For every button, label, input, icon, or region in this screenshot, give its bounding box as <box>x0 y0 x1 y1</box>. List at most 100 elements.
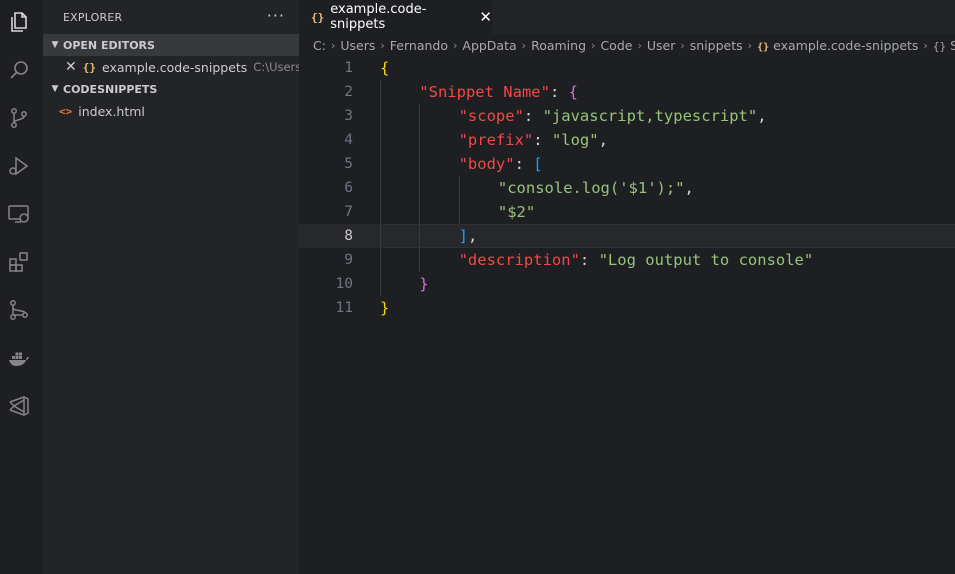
git-graph-icon[interactable] <box>6 297 32 323</box>
code-line[interactable]: 2 "Snippet Name": { <box>299 80 955 104</box>
code-token: : <box>579 251 599 269</box>
code-text: { <box>380 56 389 80</box>
code-line[interactable]: 11} <box>299 296 955 320</box>
object-symbol-icon: {} <box>932 39 947 53</box>
docker-icon[interactable] <box>6 345 32 371</box>
code-token: { <box>568 83 578 101</box>
breadcrumb-separator: › <box>591 38 596 52</box>
line-number: 1 <box>344 60 353 76</box>
code-line[interactable]: 1{ <box>299 56 955 80</box>
breadcrumb-separator: › <box>452 38 458 52</box>
code-line[interactable]: 5 "body": [ <box>299 152 955 176</box>
code-text: } <box>419 272 428 296</box>
json-file-icon: {} <box>82 60 96 74</box>
code-line[interactable]: 9 "description": "Log output to console" <box>299 248 955 272</box>
code-line[interactable]: 6 "console.log('$1');", <box>299 176 955 200</box>
code-editor[interactable]: 1{2 "Snippet Name": {3 "scope": "javascrip… <box>299 56 955 320</box>
code-token: , <box>684 179 694 197</box>
vscode-window: EXPLORER ··· ▼ OPEN EDITORS ✕ {} example… <box>0 0 955 574</box>
source-control-icon[interactable] <box>6 105 32 131</box>
indent-guide <box>419 248 421 272</box>
code-line[interactable]: 8], <box>299 224 955 248</box>
indent-guide <box>419 176 421 200</box>
open-editor-item[interactable]: ✕ {} example.code-snippets C:\Users... <box>43 56 299 78</box>
extensions-icon[interactable] <box>6 249 32 275</box>
breadcrumb-separator: › <box>521 38 527 52</box>
files-icon[interactable] <box>6 9 32 35</box>
code-line[interactable]: 4 "prefix": "log", <box>299 128 955 152</box>
breadcrumb-file[interactable]: {} example.code-snippets <box>757 38 918 53</box>
code-token: "description" <box>458 251 580 269</box>
code-token: ] <box>458 227 468 245</box>
breadcrumb-item[interactable]: C: <box>313 38 326 53</box>
indent-guide <box>458 176 460 200</box>
search-icon[interactable] <box>6 57 32 83</box>
breadcrumb-item[interactable]: Fernando <box>390 38 448 53</box>
close-icon[interactable]: ✕ <box>479 8 492 26</box>
open-editor-label: example.code-snippets <box>101 59 248 75</box>
tab-label: example.code-snippets <box>330 2 427 32</box>
indent-guide <box>380 176 381 200</box>
breadcrumb-item[interactable]: Code <box>600 38 632 53</box>
indent-guide <box>458 200 460 224</box>
open-editors-section[interactable]: ▼ OPEN EDITORS <box>43 34 299 56</box>
code-token: , <box>757 107 767 125</box>
code-token: : <box>514 155 534 173</box>
breadcrumb-file-label: example.code-snippets <box>773 37 919 53</box>
folder-section[interactable]: ▼ CODESNIPPETS <box>43 78 299 100</box>
sidebar-title: EXPLORER <box>63 10 123 24</box>
file-item-index-html[interactable]: <> index.html <box>43 100 299 122</box>
line-number: 6 <box>344 180 353 196</box>
code-token: "javascript,typescript" <box>542 107 758 125</box>
code-token: } <box>380 299 390 317</box>
code-line[interactable]: 3 "scope": "javascript,typescript", <box>299 104 955 128</box>
code-text: "console.log('$1');", <box>498 176 694 200</box>
json-file-icon: {} <box>757 41 770 53</box>
close-icon[interactable]: ✕ <box>65 59 77 75</box>
code-token: "scope" <box>458 107 524 125</box>
html-file-icon: <> <box>59 104 73 118</box>
code-token: , <box>598 131 608 149</box>
line-number: 11 <box>335 300 353 316</box>
code-line[interactable]: 10} <box>299 272 955 296</box>
breadcrumb-separator: › <box>637 38 642 52</box>
code-token: : <box>523 107 543 125</box>
indent-guide <box>380 152 381 176</box>
indent-guide <box>380 80 381 104</box>
breadcrumb-item[interactable]: Users <box>340 38 375 53</box>
line-number: 8 <box>344 228 353 244</box>
line-number: 10 <box>335 276 353 292</box>
sidebar-header: EXPLORER ··· <box>43 0 299 34</box>
indent-guide <box>380 128 381 152</box>
activity-bar <box>0 0 43 574</box>
visual-studio-icon[interactable] <box>6 393 32 419</box>
breadcrumb-separator: › <box>380 38 385 52</box>
code-token: { <box>380 59 390 77</box>
remote-explorer-icon[interactable] <box>6 201 32 227</box>
code-line[interactable]: 7 "$2" <box>299 200 955 224</box>
indent-guide <box>419 104 421 128</box>
line-number: 2 <box>344 84 353 100</box>
indent-guide <box>419 200 421 224</box>
breadcrumb-symbol[interactable]: {}Snippet Name <box>933 38 955 53</box>
code-token: : <box>549 83 569 101</box>
code-token: "body" <box>458 155 515 173</box>
code-token: , <box>467 227 478 245</box>
line-number: 3 <box>344 108 353 124</box>
indent-guide <box>380 104 381 128</box>
file-label: index.html <box>78 103 145 119</box>
breadcrumb-item[interactable]: Roaming <box>531 38 586 53</box>
indent-guide <box>380 224 381 248</box>
line-number: 9 <box>344 252 353 268</box>
run-debug-icon[interactable] <box>6 153 32 179</box>
indent-guide <box>380 200 381 224</box>
indent-guide <box>419 224 421 248</box>
breadcrumb-item[interactable]: User <box>647 38 676 53</box>
breadcrumb-item[interactable]: snippets <box>690 38 743 53</box>
code-token: "Log output to console" <box>598 251 814 269</box>
editor-area: {} example.code-snippets ✕ C: › Users › Fern… <box>299 0 955 574</box>
more-actions-icon[interactable]: ··· <box>267 6 285 25</box>
code-token: "Snippet Name" <box>419 83 550 101</box>
tab-example-code-snippets[interactable]: {} example.code-snippets ✕ <box>299 0 492 34</box>
breadcrumb-item[interactable]: AppData <box>462 38 516 53</box>
